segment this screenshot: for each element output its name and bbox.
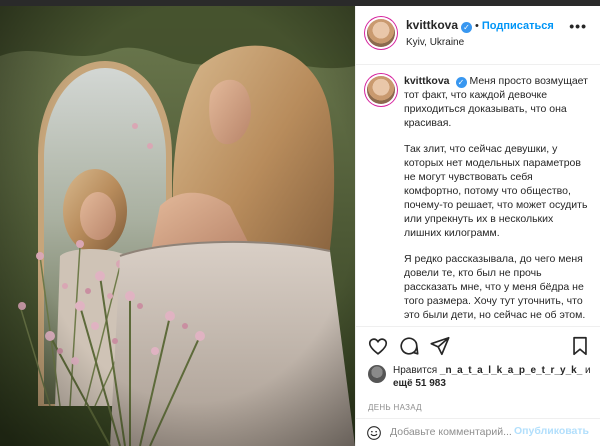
- photo-illustration: [0, 6, 355, 446]
- smile-icon[interactable]: [366, 425, 382, 441]
- heart-icon[interactable]: [367, 335, 389, 357]
- liker-username[interactable]: _n_a_t_a_l_k_a_p_e_t_r_y_k_: [440, 365, 582, 376]
- likes-middle: и: [585, 365, 591, 376]
- post-side-panel: kvittkova ✓ • Подписаться Kyiv, Ukraine •••…: [355, 6, 600, 446]
- liker-avatar[interactable]: [368, 365, 386, 383]
- author-username[interactable]: kvittkova: [406, 18, 458, 32]
- add-comment-bar: Опубликовать: [356, 418, 600, 446]
- comment-icon[interactable]: [398, 335, 420, 357]
- follow-button[interactable]: Подписаться: [482, 20, 554, 32]
- comments-section[interactable]: kvittkova ✓ Меня просто возмущает тот фак…: [356, 65, 600, 326]
- post-location[interactable]: Kyiv, Ukraine: [406, 37, 464, 48]
- author-avatar[interactable]: [367, 19, 395, 47]
- verified-icon: ✓: [455, 77, 467, 88]
- caption-author-avatar[interactable]: [367, 76, 395, 104]
- separator-dot: •: [475, 20, 479, 32]
- header-user-line: kvittkova ✓ • Подписаться: [406, 18, 554, 33]
- caption-paragraph-3: Я редко рассказывала, до чего меня довел…: [404, 253, 586, 321]
- likes-prefix: Нравится: [393, 365, 438, 376]
- bookmark-icon[interactable]: [569, 335, 591, 357]
- more-icon[interactable]: •••: [569, 18, 587, 34]
- post-caption: kvittkova ✓ Меня просто возмущает тот фак…: [404, 74, 590, 326]
- verified-icon: ✓: [461, 22, 473, 33]
- post-date[interactable]: ДЕНЬ НАЗАД: [368, 403, 422, 412]
- publish-comment-button[interactable]: Опубликовать: [514, 425, 589, 437]
- post-header: kvittkova ✓ • Подписаться Kyiv, Ukraine •••: [356, 6, 600, 65]
- caption-paragraph-2: Так злит, что сейчас девушки, у которых …: [404, 143, 588, 239]
- comment-input[interactable]: [390, 423, 530, 441]
- post-photo[interactable]: [0, 6, 355, 446]
- caption-paragraph-1: kvittkova ✓ Меня просто возмущает тот фак…: [404, 74, 590, 130]
- likes-count-link[interactable]: ещё 51 983: [393, 378, 446, 389]
- post-actions: Нравится _n_a_t_a_l_k_a_p_e_t_r_y_k_ и е…: [356, 326, 600, 419]
- instagram-post-modal: kvittkova ✓ • Подписаться Kyiv, Ukraine •••…: [0, 0, 600, 446]
- share-icon[interactable]: [429, 335, 451, 357]
- likes-text: Нравится _n_a_t_a_l_k_a_p_e_t_r_y_k_ и е…: [393, 364, 593, 390]
- caption-username[interactable]: kvittkova: [404, 75, 450, 87]
